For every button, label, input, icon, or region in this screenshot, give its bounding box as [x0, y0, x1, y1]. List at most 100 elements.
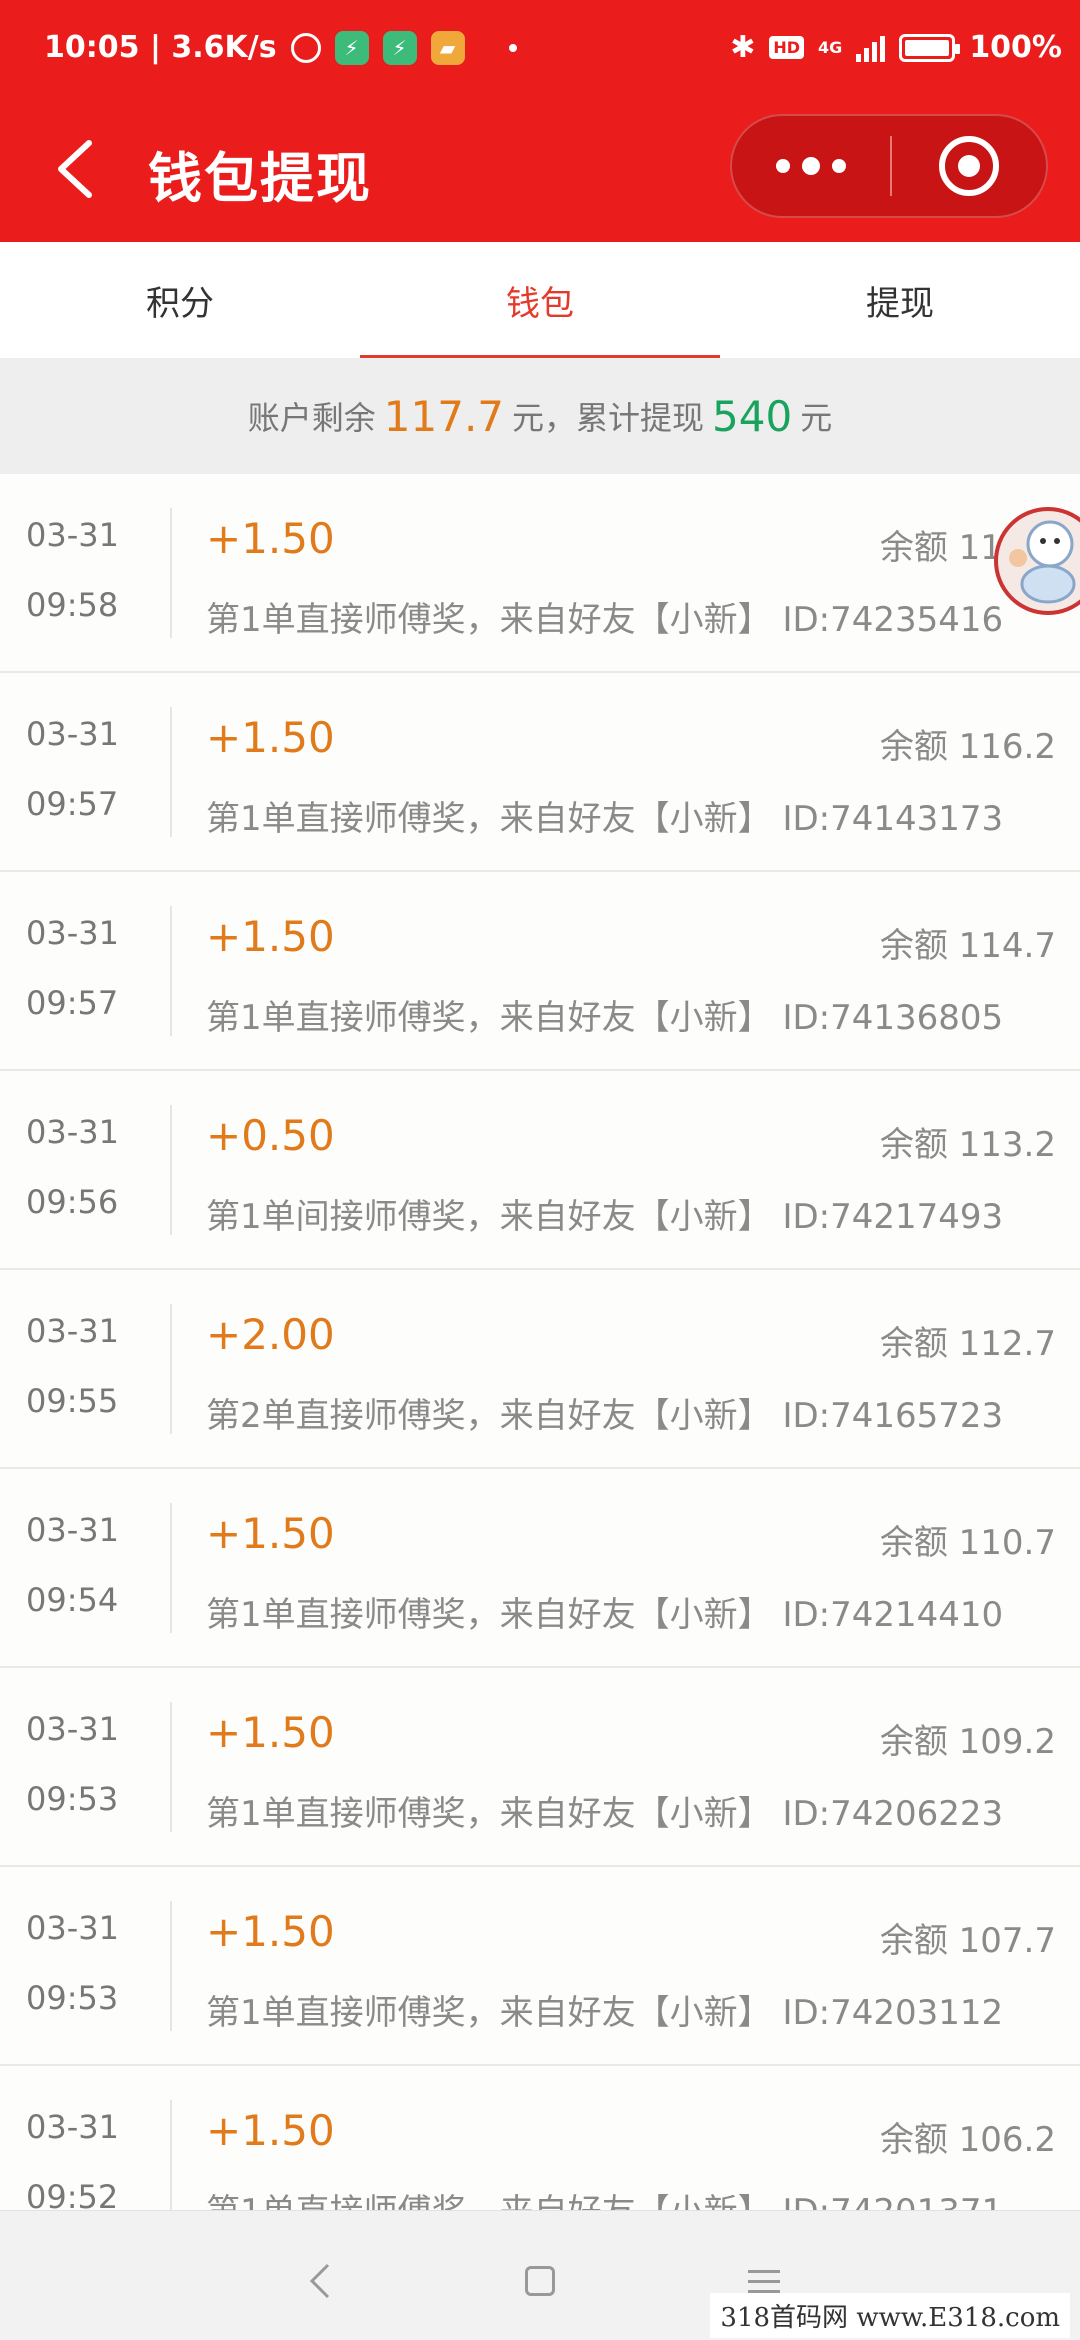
list-item: 03-31 09:57 +1.50 余额 116.2 第1单直接师傅奖，来自好友… — [0, 673, 1080, 872]
bluetooth-icon: ✱ — [730, 30, 756, 65]
record-date: 03-31 — [26, 1113, 119, 1151]
summary-unit-1: 元，累计提现 — [512, 399, 705, 437]
record-description: 第1单间接师傅奖，来自好友【小新】 ID:74217493 — [206, 1197, 1004, 1237]
tab-bar: 积分 钱包 提现 — [0, 242, 1080, 358]
list-item: 03-31 09:52 +1.50 余额 106.2 第1单直接师傅奖，来自好友… — [0, 2066, 1080, 2210]
floating-mascot-icon[interactable] — [988, 496, 1080, 626]
status-time-speed: 10:05 | 3.6K/s — [44, 30, 277, 65]
record-date: 03-31 — [26, 715, 119, 753]
record-description: 第1单直接师傅奖，来自好友【小新】 ID:74203112 — [206, 1993, 1004, 2033]
record-amount: +1.50 — [206, 2106, 335, 2155]
record-balance: 余额 110.7 — [879, 1523, 1056, 1563]
list-item: 03-31 09:56 +0.50 余额 113.2 第1单间接师傅奖，来自好友… — [0, 1071, 1080, 1270]
record-balance: 余额 113.2 — [879, 1125, 1056, 1165]
account-balance: 117.7 — [383, 391, 505, 441]
record-divider — [170, 1702, 172, 1832]
list-item: 03-31 09:55 +2.00 余额 112.7 第2单直接师傅奖，来自好友… — [0, 1270, 1080, 1469]
record-amount: +1.50 — [206, 713, 335, 762]
record-amount: +1.50 — [206, 1509, 335, 1558]
system-home-button[interactable] — [510, 2251, 570, 2311]
record-amount: +1.50 — [206, 514, 335, 563]
record-divider — [170, 1503, 172, 1633]
close-mini-program-button[interactable] — [892, 116, 1046, 216]
list-item: 03-31 09:58 +1.50 余额 117.7 第1单直接师傅奖，来自好友… — [0, 474, 1080, 673]
menu-lines-icon — [748, 2269, 780, 2293]
record-divider — [170, 906, 172, 1036]
record-description: 第1单直接师傅奖，来自好友【小新】 ID:74136805 — [206, 998, 1004, 1038]
record-divider — [170, 1105, 172, 1235]
shield-app-icon: ⚡ — [334, 30, 369, 65]
hd-badge: HD — [769, 36, 805, 59]
record-date: 03-31 — [26, 1710, 119, 1748]
total-withdrawn: 540 — [712, 391, 793, 441]
page-title: 钱包提现 — [148, 147, 372, 210]
record-time: 09:55 — [26, 1382, 119, 1420]
status-right: ✱ HD 4G 100% — [730, 30, 1062, 65]
record-amount: +1.50 — [206, 1708, 335, 1757]
list-item: 03-31 09:53 +1.50 余额 109.2 第1单直接师傅奖，来自好友… — [0, 1668, 1080, 1867]
record-amount: +0.50 — [206, 1111, 335, 1160]
status-bar: 10:05 | 3.6K/s ⚡ ⚡ ▰ ✱ HD 4G 100% — [0, 0, 1080, 104]
more-dot-icon — [776, 159, 790, 173]
record-divider — [170, 1304, 172, 1434]
record-balance: 余额 106.2 — [879, 2120, 1056, 2160]
record-description: 第1单直接师傅奖，来自好友【小新】 ID:74143173 — [206, 799, 1004, 839]
record-amount: +1.50 — [206, 912, 335, 961]
record-divider — [170, 2100, 172, 2210]
battery-icon — [899, 33, 961, 62]
record-divider — [170, 1901, 172, 2031]
wallet-record-list[interactable]: 03-31 09:58 +1.50 余额 117.7 第1单直接师傅奖，来自好友… — [0, 474, 1080, 2210]
record-balance: 余额 116.2 — [879, 727, 1056, 767]
more-button[interactable] — [732, 116, 890, 216]
system-back-button[interactable] — [290, 2251, 350, 2311]
chevron-left-icon — [309, 2263, 330, 2299]
app-header: 钱包提现 — [0, 104, 1080, 242]
list-item: 03-31 09:54 +1.50 余额 110.7 第1单直接师傅奖，来自好友… — [0, 1469, 1080, 1668]
record-time: 09:57 — [26, 984, 119, 1022]
tab-points[interactable]: 积分 — [0, 242, 360, 358]
chevron-left-icon — [58, 140, 92, 198]
notes-app-icon: ▰ — [430, 30, 465, 65]
record-time: 09:56 — [26, 1183, 119, 1221]
tab-wallet[interactable]: 钱包 — [360, 242, 720, 358]
record-balance: 余额 107.7 — [879, 1921, 1056, 1961]
record-time: 09:53 — [26, 1979, 119, 2017]
more-dot-icon — [802, 157, 820, 175]
record-balance: 余额 114.7 — [879, 926, 1056, 966]
list-item: 03-31 09:57 +1.50 余额 114.7 第1单直接师傅奖，来自好友… — [0, 872, 1080, 1071]
record-date: 03-31 — [26, 1312, 119, 1350]
home-square-icon — [525, 2266, 555, 2296]
mini-program-capsule — [730, 114, 1048, 218]
record-amount: +1.50 — [206, 1907, 335, 1956]
signal-icon — [856, 34, 886, 62]
record-date: 03-31 — [26, 914, 119, 952]
status-left: 10:05 | 3.6K/s ⚡ ⚡ ▰ — [44, 30, 517, 65]
target-icon — [939, 136, 999, 196]
record-description: 第1单直接师傅奖，来自好友【小新】 ID:74201371 — [206, 2184, 1003, 2210]
account-summary: 账户剩余 117.7 元，累计提现 540 元 — [0, 358, 1080, 474]
alarm-icon — [290, 32, 321, 63]
summary-unit-2: 元 — [800, 399, 833, 437]
record-time: 09:53 — [26, 1780, 119, 1818]
record-date: 03-31 — [26, 1909, 119, 1947]
record-divider — [170, 508, 172, 638]
record-date: 03-31 — [26, 1511, 119, 1549]
record-divider — [170, 707, 172, 837]
record-description: 第1单直接师傅奖，来自好友【小新】 ID:74214410 — [206, 1595, 1004, 1635]
record-balance: 余额 112.7 — [879, 1324, 1056, 1364]
list-item: 03-31 09:53 +1.50 余额 107.7 第1单直接师傅奖，来自好友… — [0, 1867, 1080, 2066]
record-description: 第1单直接师傅奖，来自好友【小新】 ID:74206223 — [206, 1794, 1004, 1834]
security-app-icon: ⚡ — [382, 30, 417, 65]
more-dot-icon — [832, 159, 846, 173]
back-button[interactable] — [40, 134, 110, 204]
record-description: 第1单直接师傅奖，来自好友【小新】 ID:74235416 — [206, 600, 1004, 640]
network-label: 4G — [818, 38, 843, 57]
notification-dot-icon — [508, 43, 517, 52]
site-watermark: 318首码网 www.E318.com — [710, 2293, 1070, 2338]
record-description: 第2单直接师傅奖，来自好友【小新】 ID:74165723 — [206, 1396, 1004, 1436]
record-time: 09:54 — [26, 1581, 119, 1619]
record-date: 03-31 — [26, 516, 119, 554]
tab-withdraw[interactable]: 提现 — [720, 242, 1080, 358]
record-time: 09:52 — [26, 2178, 119, 2210]
record-amount: +2.00 — [206, 1310, 335, 1359]
